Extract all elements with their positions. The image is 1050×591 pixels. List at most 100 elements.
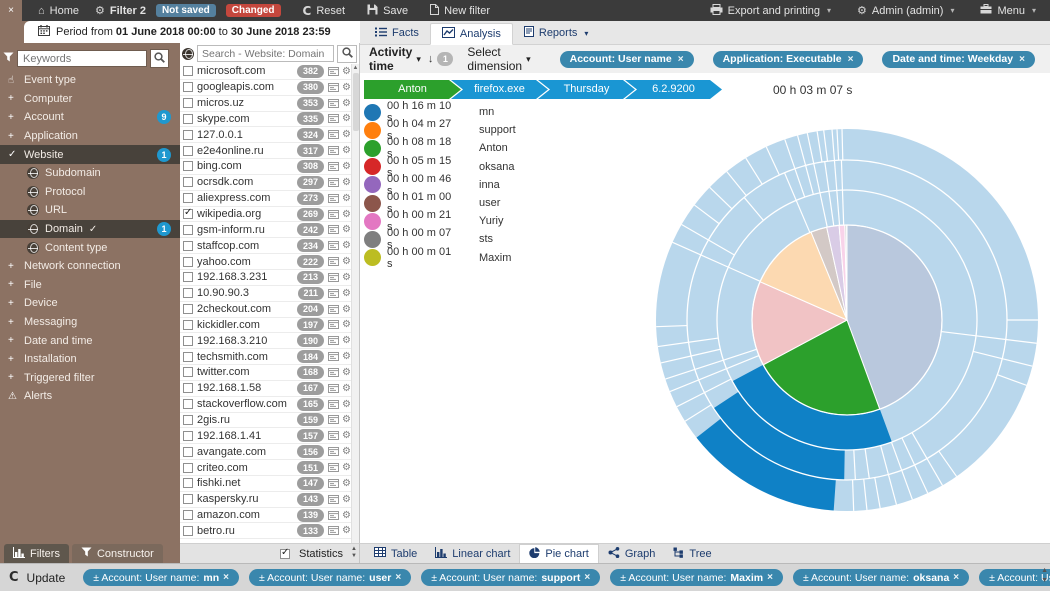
details-icon[interactable] bbox=[328, 526, 339, 535]
settings-icon[interactable]: ⚙ bbox=[342, 66, 351, 77]
details-icon[interactable] bbox=[328, 289, 339, 298]
domain-row[interactable]: fishki.net147⚙ bbox=[180, 476, 351, 492]
breadcrumb-step-thursday[interactable]: Thursday bbox=[538, 80, 635, 99]
settings-icon[interactable]: ⚙ bbox=[342, 351, 351, 362]
details-icon[interactable] bbox=[328, 146, 339, 155]
domain-row[interactable]: aliexpress.com273⚙ bbox=[180, 191, 351, 207]
domain-row[interactable]: kaspersky.ru143⚙ bbox=[180, 492, 351, 508]
keywords-search-button[interactable] bbox=[150, 49, 169, 68]
filter-chip-support[interactable]: ± Account: User name: support× bbox=[421, 569, 600, 586]
domain-row[interactable]: stackoverflow.com165⚙ bbox=[180, 397, 351, 413]
domain-checkbox[interactable] bbox=[183, 209, 193, 219]
settings-icon[interactable]: ⚙ bbox=[342, 335, 351, 346]
domain-row[interactable]: 192.168.3.210190⚙ bbox=[180, 333, 351, 349]
nav-save[interactable]: Save bbox=[367, 4, 408, 18]
keywords-input[interactable] bbox=[17, 50, 147, 67]
details-icon[interactable] bbox=[328, 495, 339, 504]
nav-export[interactable]: Export and printing▾ bbox=[710, 4, 831, 18]
sidebar-item-subdomain[interactable]: Subdomain bbox=[0, 164, 180, 183]
domain-row[interactable]: yahoo.com222⚙ bbox=[180, 254, 351, 270]
domain-row[interactable]: microsoft.com382⚙ bbox=[180, 64, 351, 80]
sidebar-item-alerts[interactable]: ⚠Alerts bbox=[0, 387, 180, 406]
details-icon[interactable] bbox=[328, 305, 339, 314]
settings-icon[interactable]: ⚙ bbox=[342, 399, 351, 410]
sidebar-item-website[interactable]: ✓Website1 bbox=[0, 145, 180, 164]
details-icon[interactable] bbox=[328, 431, 339, 440]
settings-icon[interactable]: ⚙ bbox=[342, 446, 351, 457]
details-icon[interactable] bbox=[328, 257, 339, 266]
settings-icon[interactable]: ⚙ bbox=[342, 288, 351, 299]
domain-row[interactable]: kickidler.com197⚙ bbox=[180, 318, 351, 334]
domain-row[interactable]: avangate.com156⚙ bbox=[180, 444, 351, 460]
settings-icon[interactable]: ⚙ bbox=[342, 161, 351, 172]
domain-checkbox[interactable] bbox=[183, 257, 193, 267]
settings-icon[interactable]: ⚙ bbox=[342, 224, 351, 235]
domain-checkbox[interactable] bbox=[183, 352, 193, 362]
sidebar-item-installation[interactable]: +Installation bbox=[0, 350, 180, 369]
domain-row[interactable]: ocrsdk.com297⚙ bbox=[180, 175, 351, 191]
settings-icon[interactable]: ⚙ bbox=[342, 98, 351, 109]
domain-row[interactable]: 192.168.3.231213⚙ bbox=[180, 270, 351, 286]
domain-row[interactable]: gsm-inform.ru242⚙ bbox=[180, 222, 351, 238]
close-icon[interactable]: × bbox=[767, 572, 773, 583]
domain-row[interactable]: micros.uz353⚙ bbox=[180, 96, 351, 112]
close-icon[interactable]: × bbox=[1019, 54, 1025, 65]
sidebar-item-event-type[interactable]: ☝Event type bbox=[0, 71, 180, 90]
details-icon[interactable] bbox=[328, 273, 339, 282]
breadcrumb-step-firefox-exe[interactable]: firefox.exe bbox=[451, 80, 548, 99]
settings-icon[interactable]: ⚙ bbox=[342, 304, 351, 315]
sidebar-tab-filters[interactable]: Filters bbox=[4, 544, 69, 563]
chart-tab-tree[interactable]: Tree bbox=[664, 544, 720, 563]
filter-chip-mn[interactable]: ± Account: User name: mn× bbox=[83, 569, 239, 586]
details-icon[interactable] bbox=[328, 384, 339, 393]
details-icon[interactable] bbox=[328, 83, 339, 92]
filter-chip-oksana[interactable]: ± Account: User name: oksana× bbox=[793, 569, 969, 586]
sidebar-item-messaging[interactable]: +Messaging bbox=[0, 313, 180, 332]
domain-checkbox[interactable] bbox=[183, 193, 193, 203]
period-selector[interactable]: Period from 01 June 2018 00:00 to 30 Jun… bbox=[24, 21, 360, 43]
settings-icon[interactable]: ⚙ bbox=[342, 525, 351, 536]
domain-checkbox[interactable] bbox=[183, 383, 193, 393]
details-icon[interactable] bbox=[328, 178, 339, 187]
sidebar-item-network-connection[interactable]: +Network connection bbox=[0, 257, 180, 276]
details-icon[interactable] bbox=[328, 479, 339, 488]
domain-row[interactable]: 2gis.ru159⚙ bbox=[180, 413, 351, 429]
tab-analysis[interactable]: Analysis bbox=[430, 23, 513, 45]
settings-icon[interactable]: ⚙ bbox=[342, 272, 351, 283]
settings-icon[interactable]: ⚙ bbox=[342, 145, 351, 156]
nav-admin[interactable]: ⚙Admin (admin)▾ bbox=[857, 4, 954, 17]
domain-checkbox[interactable] bbox=[183, 415, 193, 425]
details-icon[interactable] bbox=[328, 400, 339, 409]
tab-reports[interactable]: Reports▾ bbox=[513, 22, 600, 44]
settings-icon[interactable]: ⚙ bbox=[342, 510, 351, 521]
select-dimension-dropdown[interactable]: Select dimension bbox=[467, 45, 522, 73]
tab-facts[interactable]: Facts bbox=[364, 22, 430, 44]
nav-reset[interactable]: CReset bbox=[303, 4, 346, 18]
details-icon[interactable] bbox=[328, 447, 339, 456]
domain-checkbox[interactable] bbox=[183, 130, 193, 140]
domain-checkbox[interactable] bbox=[183, 272, 193, 282]
details-icon[interactable] bbox=[328, 210, 339, 219]
details-icon[interactable] bbox=[328, 241, 339, 250]
sidebar-item-application[interactable]: +Application bbox=[0, 127, 180, 146]
domain-checkbox[interactable] bbox=[183, 177, 193, 187]
settings-icon[interactable]: ⚙ bbox=[342, 209, 351, 220]
domain-checkbox[interactable] bbox=[183, 336, 193, 346]
details-icon[interactable] bbox=[328, 368, 339, 377]
filter-chip-user[interactable]: ± Account: User name: user× bbox=[249, 569, 411, 586]
sidebar-item-computer[interactable]: +Computer bbox=[0, 90, 180, 109]
measure-dropdown[interactable]: Activity time bbox=[369, 45, 412, 73]
sidebar-item-date-and-time[interactable]: +Date and time bbox=[0, 331, 180, 350]
close-tab-button[interactable]: × bbox=[0, 0, 22, 21]
domain-checkbox[interactable] bbox=[183, 510, 193, 520]
domain-checkbox[interactable] bbox=[183, 98, 193, 108]
settings-icon[interactable]: ⚙ bbox=[342, 240, 351, 251]
settings-icon[interactable]: ⚙ bbox=[342, 367, 351, 378]
details-icon[interactable] bbox=[328, 194, 339, 203]
nav-new-filter[interactable]: New filter bbox=[430, 4, 490, 18]
domain-checkbox[interactable] bbox=[183, 146, 193, 156]
dimension-chip-date-and-time-weekday[interactable]: Date and time: Weekday× bbox=[882, 51, 1034, 68]
domain-row[interactable]: wikipedia.org269⚙ bbox=[180, 207, 351, 223]
statistics-checkbox[interactable] bbox=[280, 549, 290, 559]
settings-icon[interactable]: ⚙ bbox=[342, 129, 351, 140]
